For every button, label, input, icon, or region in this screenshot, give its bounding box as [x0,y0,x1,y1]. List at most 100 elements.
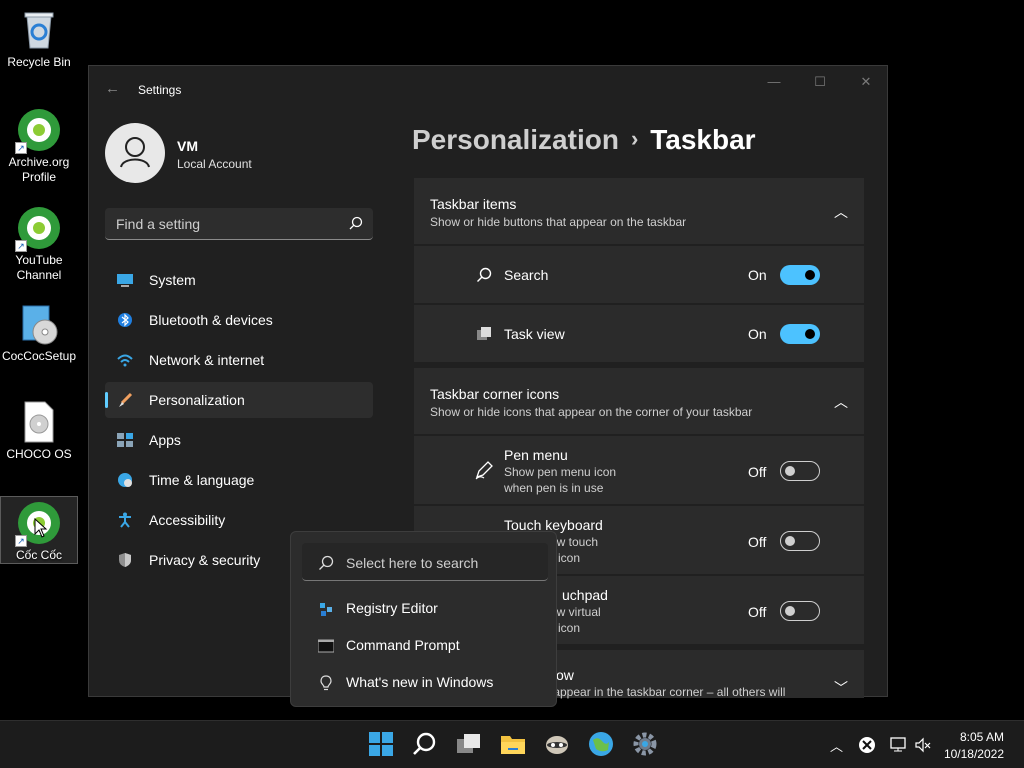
search-toggle[interactable] [780,265,820,285]
row-sub: icon [558,551,581,565]
settings-gear-icon[interactable] [632,731,658,757]
volume-muted-icon[interactable] [914,736,932,754]
search-icon [318,555,334,576]
find-setting-placeholder: Find a setting [116,216,201,232]
sidebar-item-label: Personalization [149,392,245,408]
row-label: Pen menu [504,447,568,463]
sidebar-item-label: Accessibility [149,512,226,528]
desktop-icon-archive-profile[interactable]: ↗ Archive.org Profile [0,108,78,185]
sidebar-item-system[interactable]: System [105,262,373,298]
row-label: uchpad [562,587,608,603]
row-sub: Show pen menu icon [504,465,617,479]
chevron-up-icon[interactable]: ︿ [830,736,848,754]
task-view-toggle[interactable] [780,324,820,344]
desktop-icon-label: CocCocSetup [1,349,77,363]
desktop-icon-label: Recycle Bin [7,55,71,69]
flyout-item-label: What's new in Windows [346,674,494,690]
clock-time[interactable]: 8:05 AM [960,730,1004,744]
row-sub: ow virtual [550,605,601,619]
toggle-state: Off [748,464,767,480]
avatar[interactable] [105,123,165,183]
desktop-icon-recycle-bin[interactable]: Recycle Bin [0,8,78,69]
row-sub: icon [558,621,581,635]
clock-date[interactable]: 10/18/2022 [944,747,1004,761]
window-title: Settings [138,83,182,97]
sidebar-item-label: System [149,272,196,288]
browser-icon[interactable] [588,731,614,757]
flyout-search-input[interactable]: Select here to search [302,543,548,581]
wifi-icon [117,352,133,368]
mouse-cursor-icon [34,517,48,543]
pen-menu-toggle[interactable] [780,461,820,481]
user-account-type: Local Account [177,157,252,171]
setting-row-task-view: Task view On [414,305,864,362]
registry-editor-icon [318,601,334,617]
breadcrumb-parent[interactable]: Personalization [412,124,619,155]
flyout-item-command-prompt[interactable]: Command Prompt [302,628,548,662]
search-icon[interactable] [412,731,438,757]
shield-icon [117,552,133,568]
flyout-search-placeholder: Select here to search [346,555,479,571]
section-subtitle: Show or hide icons that appear on the co… [430,405,753,419]
breadcrumb-separator: › [630,126,639,151]
command-prompt-icon [317,638,335,654]
coccoc-tray-icon[interactable] [858,736,876,754]
start-icon[interactable] [368,731,394,757]
sidebar-item-personalization[interactable]: Personalization [105,382,373,418]
accessibility-icon [117,512,133,528]
maximize-icon[interactable]: ☐ [805,74,835,92]
globe-clock-icon [117,472,133,488]
flyout-item-registry-editor[interactable]: Registry Editor [302,591,548,625]
setting-row-search: Search On [414,246,864,303]
search-flyout: Select here to search Registry Editor Co… [290,531,557,707]
sidebar-item-label: Privacy & security [149,552,261,568]
sidebar-item-apps[interactable]: Apps [105,422,373,458]
breadcrumb: Personalization › Taskbar [412,124,756,156]
sidebar-item-time-language[interactable]: Time & language [105,462,373,498]
setting-row-pen-menu: Pen menu Show pen menu icon when pen is … [414,436,864,504]
network-icon[interactable] [890,736,908,754]
section-title: Taskbar items [430,196,517,212]
raccoon-app-icon[interactable] [544,731,570,757]
touchpad-toggle[interactable] [780,601,820,621]
file-explorer-icon[interactable] [500,731,526,757]
flyout-item-whats-new[interactable]: What's new in Windows [302,665,548,699]
flyout-item-label: Command Prompt [346,637,460,653]
task-view-icon [476,326,492,347]
section-title: ow [556,667,574,683]
sidebar-item-network[interactable]: Network & internet [105,342,373,378]
brush-icon [117,392,133,408]
chevron-up-icon[interactable]: ︿ [834,392,848,412]
desktop: Recycle Bin ↗ Archive.org Profile ↗ YouT… [0,0,1024,768]
desktop-icon-youtube-channel[interactable]: ↗ YouTube Channel [0,206,78,283]
task-view-icon[interactable] [456,731,482,757]
back-arrow-icon[interactable]: ← [105,80,120,97]
chevron-up-icon[interactable]: ︿ [834,202,848,222]
desktop-icon-choco-os[interactable]: CHOCO OS [0,400,78,461]
disc-image-icon [17,400,61,444]
desktop-icon-coccocsetup[interactable]: CocCocSetup [0,302,78,363]
row-label: Search [504,267,549,283]
apps-icon [117,432,133,448]
row-label: Task view [504,326,565,342]
search-icon [476,267,492,288]
section-title: Taskbar corner icons [430,386,560,402]
find-setting-input[interactable]: Find a setting [105,208,373,240]
page-title: Taskbar [650,124,756,155]
minimize-icon[interactable]: — [759,74,789,92]
taskbar-items-header[interactable]: Taskbar items Show or hide buttons that … [414,178,864,244]
row-sub: ow touch [550,535,599,549]
installer-icon [17,302,61,346]
chevron-down-icon[interactable]: ﹀ [834,678,848,698]
sidebar-item-bluetooth[interactable]: Bluetooth & devices [105,302,373,338]
sidebar-item-label: Bluetooth & devices [149,312,273,328]
section-subtitle: y appear in the taskbar corner – all oth… [544,685,786,699]
coccoc-shortcut-icon: ↗ [15,108,61,154]
desktop-icon-label: YouTube Channel [15,253,63,282]
toggle-state: Off [748,534,767,550]
taskbar: ︿ 8:05 AM 10/18/2022 [0,720,1024,768]
close-icon[interactable]: ✕ [851,74,881,92]
desktop-icon-label: Archive.org Profile [8,155,70,184]
taskbar-corner-icons-header[interactable]: Taskbar corner icons Show or hide icons … [414,368,864,434]
touch-keyboard-toggle[interactable] [780,531,820,551]
